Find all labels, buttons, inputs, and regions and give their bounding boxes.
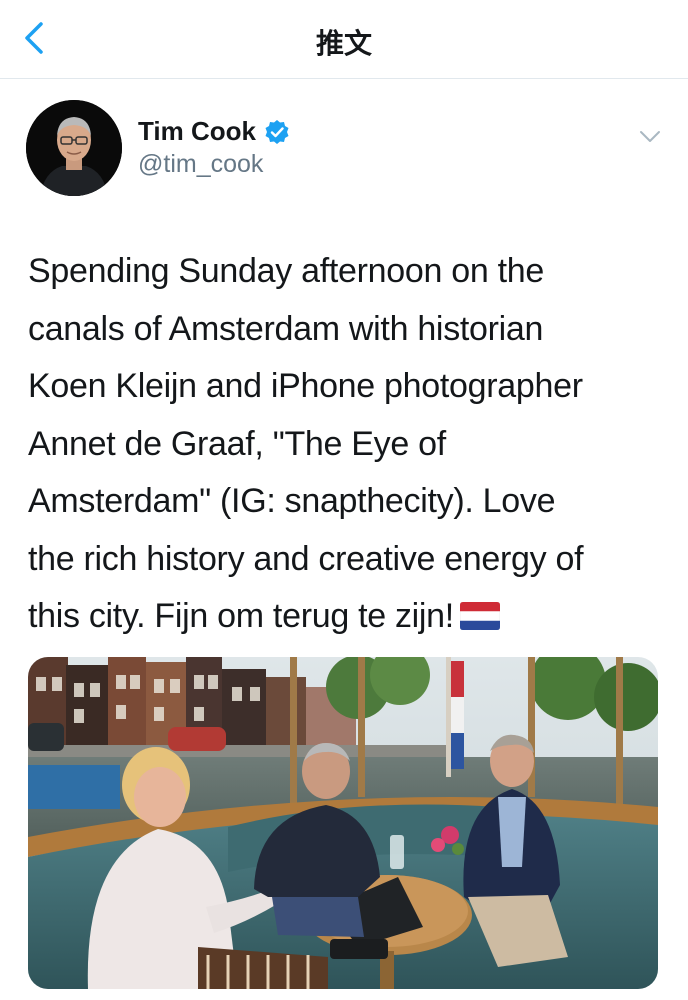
verified-badge-icon [265, 119, 289, 144]
author-name-row[interactable]: Tim Cook [138, 116, 290, 147]
navigation-bar: 推文 [0, 0, 688, 79]
author-name: Tim Cook [138, 116, 256, 146]
author-handle[interactable]: @tim_cook [138, 150, 263, 179]
tweet-text-line: Koen Kleijn and iPhone photographer [28, 367, 583, 405]
avatar[interactable] [26, 100, 122, 196]
tweet-text-line: the rich history and creative energy of [28, 539, 584, 578]
page-title: 推文 [315, 27, 372, 60]
chevron-down-icon [640, 131, 660, 142]
tweet-text-line: Annet de Graaf, "The Eye of [28, 424, 446, 463]
tweet-text-line-last: this city. Fijn om terug te zijn! [28, 588, 668, 646]
tweet-text-line: Amsterdam" (IG: snapthecity). Love [28, 482, 556, 520]
tweet-text: Spending Sunday afternoon on the canals … [28, 243, 668, 646]
more-options-button[interactable] [636, 122, 664, 150]
tweet-header: Tim Cook @tim_cook [0, 78, 688, 218]
netherlands-flag-icon [459, 602, 500, 630]
tweet-text-line: canals of Amsterdam with historian [28, 309, 544, 348]
tweet-text-line: this city. Fijn om terug te zijn! [28, 597, 454, 635]
tweet-photo[interactable] [28, 657, 658, 989]
tweet-text-line: Spending Sunday afternoon on the [28, 252, 544, 290]
photo-image [28, 657, 658, 989]
